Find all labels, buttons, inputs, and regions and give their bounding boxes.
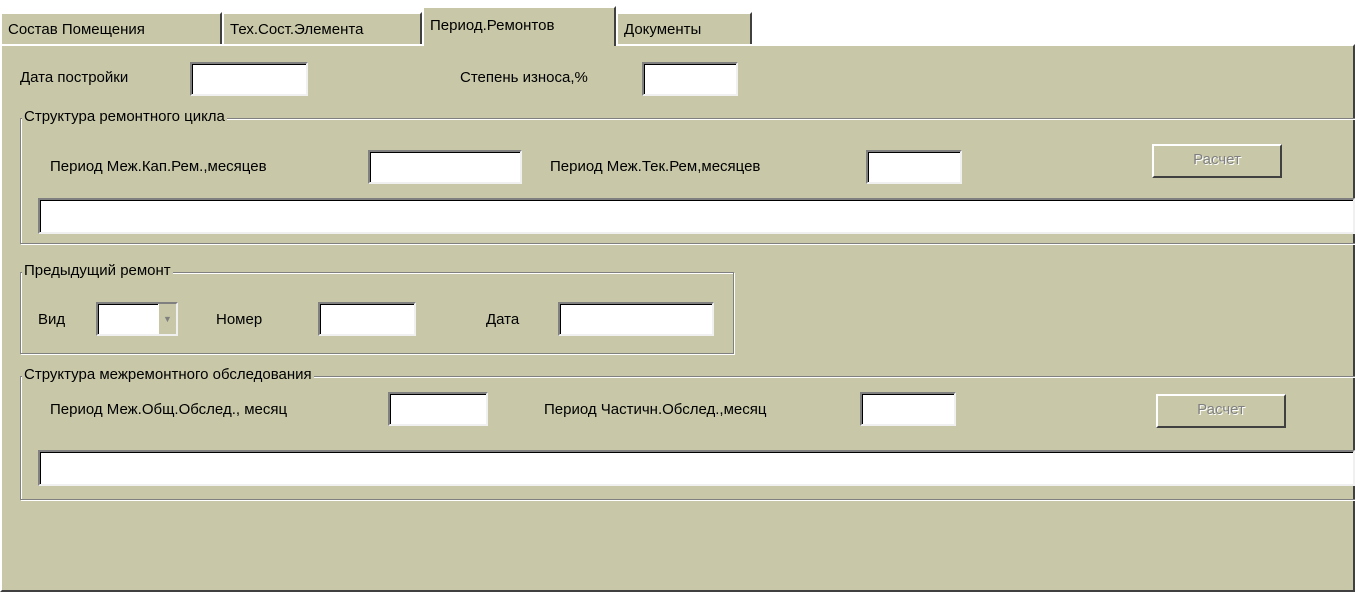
repair-type-combo[interactable]: ▼ — [96, 302, 178, 336]
tab-panel: Дата постройки Степень износа,% Структур… — [0, 44, 1355, 592]
tab-element-condition[interactable]: Тех.Сост.Элемента — [222, 12, 422, 44]
inspection-structure-caption: Структура межремонтного обследования — [22, 366, 314, 384]
repair-date-label: Дата — [486, 311, 520, 328]
wear-percent-field[interactable] — [642, 62, 738, 96]
repair-number-field[interactable] — [318, 302, 416, 336]
window: Состав Помещения Тех.Сост.Элемента Перио… — [0, 0, 1355, 592]
repair-type-label: Вид — [38, 311, 66, 328]
current-repair-period-field[interactable] — [866, 150, 962, 184]
build-date-label: Дата постройки — [20, 69, 129, 86]
wear-percent-label: Степень износа,% — [460, 69, 588, 86]
repair-cycle-calc-button[interactable]: Расчет — [1152, 144, 1282, 178]
general-inspection-period-field[interactable] — [388, 392, 488, 426]
chevron-down-icon[interactable]: ▼ — [158, 304, 176, 334]
previous-repair-caption: Предыдущий ремонт — [22, 262, 173, 280]
inspection-result-field[interactable] — [38, 450, 1355, 486]
partial-inspection-period-field[interactable] — [860, 392, 956, 426]
inspection-calc-button[interactable]: Расчет — [1156, 394, 1286, 428]
build-date-field[interactable] — [190, 62, 308, 96]
repair-number-label: Номер — [216, 311, 263, 328]
capital-repair-period-label: Период Меж.Кап.Рем.,месяцев — [50, 158, 267, 175]
current-repair-period-label: Период Меж.Тек.Рем,месяцев — [550, 158, 761, 175]
tab-repair-periods[interactable]: Период.Ремонтов — [422, 6, 616, 46]
partial-inspection-period-label: Период Частичн.Обслед.,месяц — [544, 401, 767, 418]
capital-repair-period-field[interactable] — [368, 150, 522, 184]
general-inspection-period-label: Период Меж.Общ.Обслед., месяц — [50, 401, 288, 418]
repair-cycle-result-field[interactable] — [38, 198, 1355, 234]
tab-room-composition[interactable]: Состав Помещения — [0, 12, 222, 44]
repair-cycle-caption: Структура ремонтного цикла — [22, 108, 227, 126]
tab-documents[interactable]: Документы — [616, 12, 752, 44]
tab-strip: Состав Помещения Тех.Сост.Элемента Перио… — [0, 0, 1355, 46]
repair-date-field[interactable] — [558, 302, 714, 336]
